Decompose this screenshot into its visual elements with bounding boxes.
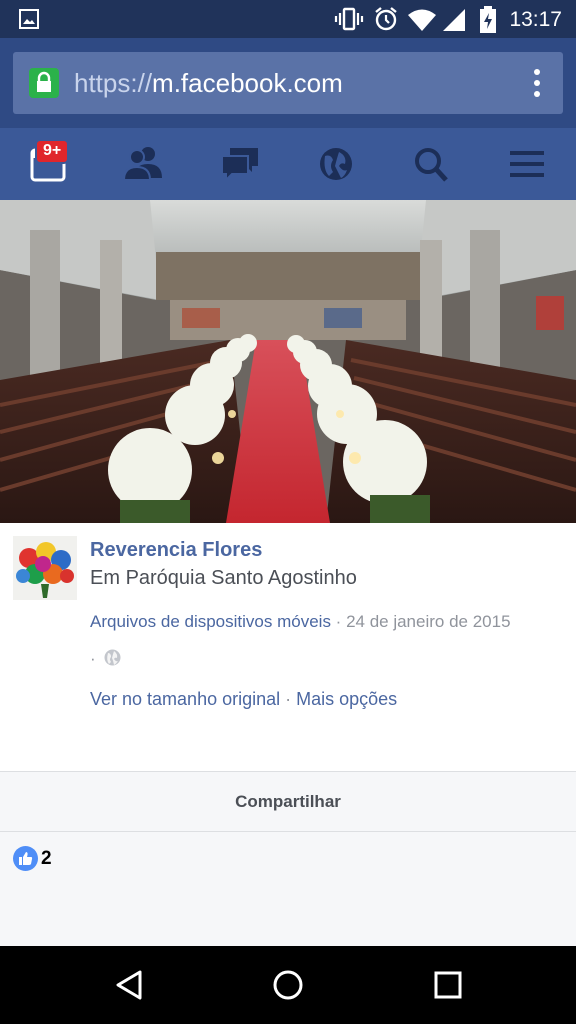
url-host: m.facebook.com [152, 68, 343, 98]
public-globe-icon [104, 649, 121, 666]
address-bar[interactable]: https://m.facebook.com [13, 52, 563, 114]
friend-requests-icon[interactable] [122, 144, 166, 184]
privacy-line: · [90, 649, 121, 669]
messages-icon[interactable] [218, 144, 262, 184]
post-date[interactable]: 24 de janeiro de 2015 [346, 612, 510, 631]
reactions-area: 2 [0, 832, 576, 946]
url-protocol: https:// [74, 68, 153, 98]
wifi-icon [408, 9, 436, 31]
like-count[interactable]: 2 [41, 848, 52, 870]
secure-lock-icon[interactable] [29, 68, 59, 98]
location-line: Em Paróquia Santo Agostinho [90, 567, 357, 590]
share-bar: Compartilhar [0, 771, 576, 833]
search-icon[interactable] [410, 144, 454, 184]
photo-actions: Ver no tamanho original · Mais opções [90, 689, 397, 710]
browser-toolbar: https://m.facebook.com [0, 38, 576, 128]
privacy-dot: · [90, 649, 96, 668]
post-details: Reverencia Flores Em Paróquia Santo Agos… [0, 523, 576, 771]
clock: 13:17 [509, 8, 562, 31]
notifications-badge: 9+ [35, 139, 70, 164]
view-original-link[interactable]: Ver no tamanho original [90, 689, 280, 709]
actions-separator: · [280, 689, 297, 709]
browser-menu-icon[interactable] [533, 69, 541, 99]
meta-separator: · [330, 612, 347, 631]
recents-icon[interactable] [431, 968, 465, 1002]
battery-icon [480, 6, 496, 33]
location-link[interactable]: Paróquia Santo Agostinho [126, 567, 357, 589]
facebook-nav-bar [0, 128, 576, 200]
alarm-icon [375, 7, 397, 31]
gallery-notification-icon [19, 9, 39, 29]
share-button[interactable]: Compartilhar [0, 772, 576, 831]
like-icon[interactable] [13, 846, 38, 871]
vibrate-icon [334, 7, 364, 31]
post-meta: Arquivos de dispositivos móveis · 24 de … [90, 612, 511, 632]
author-name-link[interactable]: Reverencia Flores [90, 539, 262, 562]
status-bar: 13:17 [0, 0, 576, 38]
signal-icon [443, 9, 465, 31]
more-options-link[interactable]: Mais opções [296, 689, 397, 709]
author-avatar[interactable] [13, 536, 77, 600]
home-icon[interactable] [271, 968, 305, 1002]
post-photo[interactable] [0, 200, 576, 523]
album-link[interactable]: Arquivos de dispositivos móveis [90, 612, 331, 631]
hamburger-menu-icon[interactable] [506, 144, 550, 184]
globe-notifications-icon[interactable] [315, 144, 359, 184]
url-text[interactable]: https://m.facebook.com [74, 68, 343, 99]
location-prefix: Em [90, 567, 126, 589]
back-icon[interactable] [112, 968, 146, 1002]
android-navigation-bar [0, 946, 576, 1024]
